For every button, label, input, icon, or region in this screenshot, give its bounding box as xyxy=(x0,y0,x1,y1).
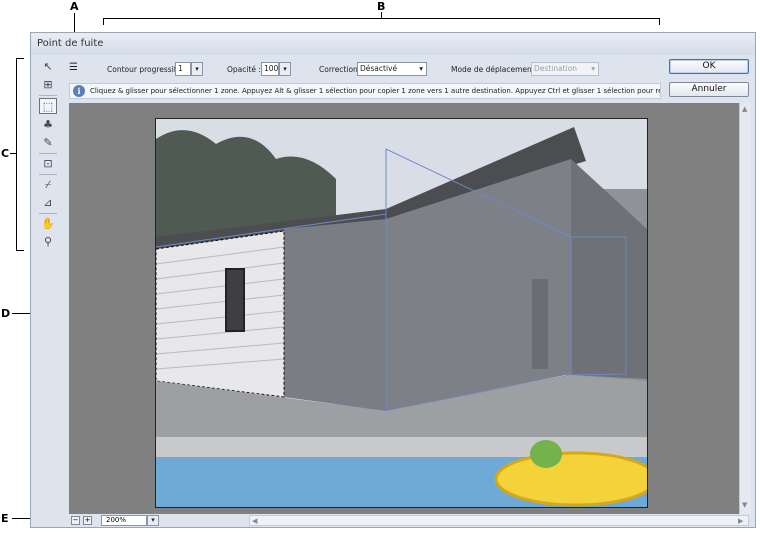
horizontal-scrollbar[interactable]: ◀ ▶ xyxy=(249,515,749,526)
marquee-tool-icon[interactable]: ⬚ xyxy=(39,98,57,114)
create-plane-tool-icon[interactable]: ⊞ xyxy=(39,77,57,93)
preview-image[interactable] xyxy=(155,118,648,508)
tool-separator xyxy=(39,174,57,175)
callout-d: D xyxy=(1,307,11,320)
tool-separator xyxy=(39,213,57,214)
callout-c: C xyxy=(1,147,10,160)
callout-c-top xyxy=(16,58,24,59)
move-mode-select[interactable]: Destination ▾ xyxy=(531,62,599,76)
opacity-dropdown-button[interactable]: ▾ xyxy=(279,62,291,76)
zoom-out-button[interactable]: − xyxy=(71,516,80,525)
window-title: Point de fuite xyxy=(37,38,104,49)
correction-value: Désactivé xyxy=(360,64,398,73)
preview-canvas[interactable] xyxy=(69,103,739,514)
ok-button[interactable]: OK xyxy=(669,59,749,74)
info-bar: i Cliquez & glisser pour sélectionner 1 … xyxy=(69,83,661,99)
feather-label: Contour progressif : xyxy=(107,65,182,74)
callout-b-bracket xyxy=(103,18,660,19)
move-mode-value: Destination xyxy=(534,64,578,73)
tool-options-bar: ☰ Contour progressif : 1 ▾ Opacité : 100… xyxy=(67,59,667,79)
info-icon: i xyxy=(73,85,85,97)
title-bar[interactable]: Point de fuite xyxy=(31,33,755,55)
callout-c-bracket xyxy=(16,58,17,250)
zoom-dropdown-button[interactable]: ▾ xyxy=(147,515,159,526)
cancel-button[interactable]: Annuler xyxy=(669,82,749,97)
info-text: Cliquez & glisser pour sélectionner 1 zo… xyxy=(90,87,660,95)
vanishing-point-dialog: Point de fuite ↖ ⊞ ⬚ ♣ ✎ ⊡ ⌿ ⊿ ✋ ⚲ ☰ Con… xyxy=(30,32,756,528)
options-menu-icon[interactable]: ☰ xyxy=(69,62,78,73)
hand-tool-icon[interactable]: ✋ xyxy=(39,216,57,232)
scroll-right-icon[interactable]: ▶ xyxy=(738,517,743,525)
callout-b-right xyxy=(659,18,660,25)
pool-float xyxy=(494,451,647,507)
zoom-tool-icon[interactable]: ⚲ xyxy=(39,234,57,250)
correction-select[interactable]: Désactivé ▾ xyxy=(357,62,427,76)
zoom-in-button[interactable]: + xyxy=(83,516,92,525)
scroll-up-icon[interactable]: ▲ xyxy=(742,105,747,113)
zoom-field[interactable]: 200% xyxy=(101,515,147,526)
tool-palette: ↖ ⊞ ⬚ ♣ ✎ ⊡ ⌿ ⊿ ✋ ⚲ xyxy=(37,57,61,257)
vertical-scrollbar[interactable]: ▲ ▼ xyxy=(739,103,751,514)
callout-c-bottom xyxy=(16,250,24,251)
turtle-toy xyxy=(530,440,562,468)
barn-front-wall xyxy=(284,219,386,411)
chevron-down-icon: ▾ xyxy=(591,64,595,73)
opacity-label: Opacité : xyxy=(227,65,261,74)
tool-separator xyxy=(39,95,57,96)
side-door xyxy=(532,279,548,369)
window xyxy=(225,268,245,332)
tool-separator xyxy=(39,153,57,154)
transform-tool-icon[interactable]: ⊡ xyxy=(39,156,57,172)
feather-field[interactable]: 1 xyxy=(175,62,191,76)
callout-e: E xyxy=(1,512,9,525)
feather-dropdown-button[interactable]: ▾ xyxy=(191,62,203,76)
stamp-tool-icon[interactable]: ♣ xyxy=(39,117,57,133)
opacity-field[interactable]: 100 xyxy=(261,62,279,76)
move-mode-label: Mode de déplacement : xyxy=(451,65,540,74)
brush-tool-icon[interactable]: ✎ xyxy=(39,135,57,151)
scroll-down-icon[interactable]: ▼ xyxy=(742,501,747,509)
measure-tool-icon[interactable]: ⊿ xyxy=(39,195,57,211)
edit-plane-tool-icon[interactable]: ↖ xyxy=(39,59,57,75)
callout-b-left xyxy=(103,18,104,25)
chevron-down-icon: ▾ xyxy=(419,64,423,73)
scroll-left-icon[interactable]: ◀ xyxy=(252,517,257,525)
status-bar: − + 200% ▾ ◀ ▶ xyxy=(69,515,751,527)
eyedropper-tool-icon[interactable]: ⌿ xyxy=(39,177,57,193)
callout-a: A xyxy=(70,0,79,13)
